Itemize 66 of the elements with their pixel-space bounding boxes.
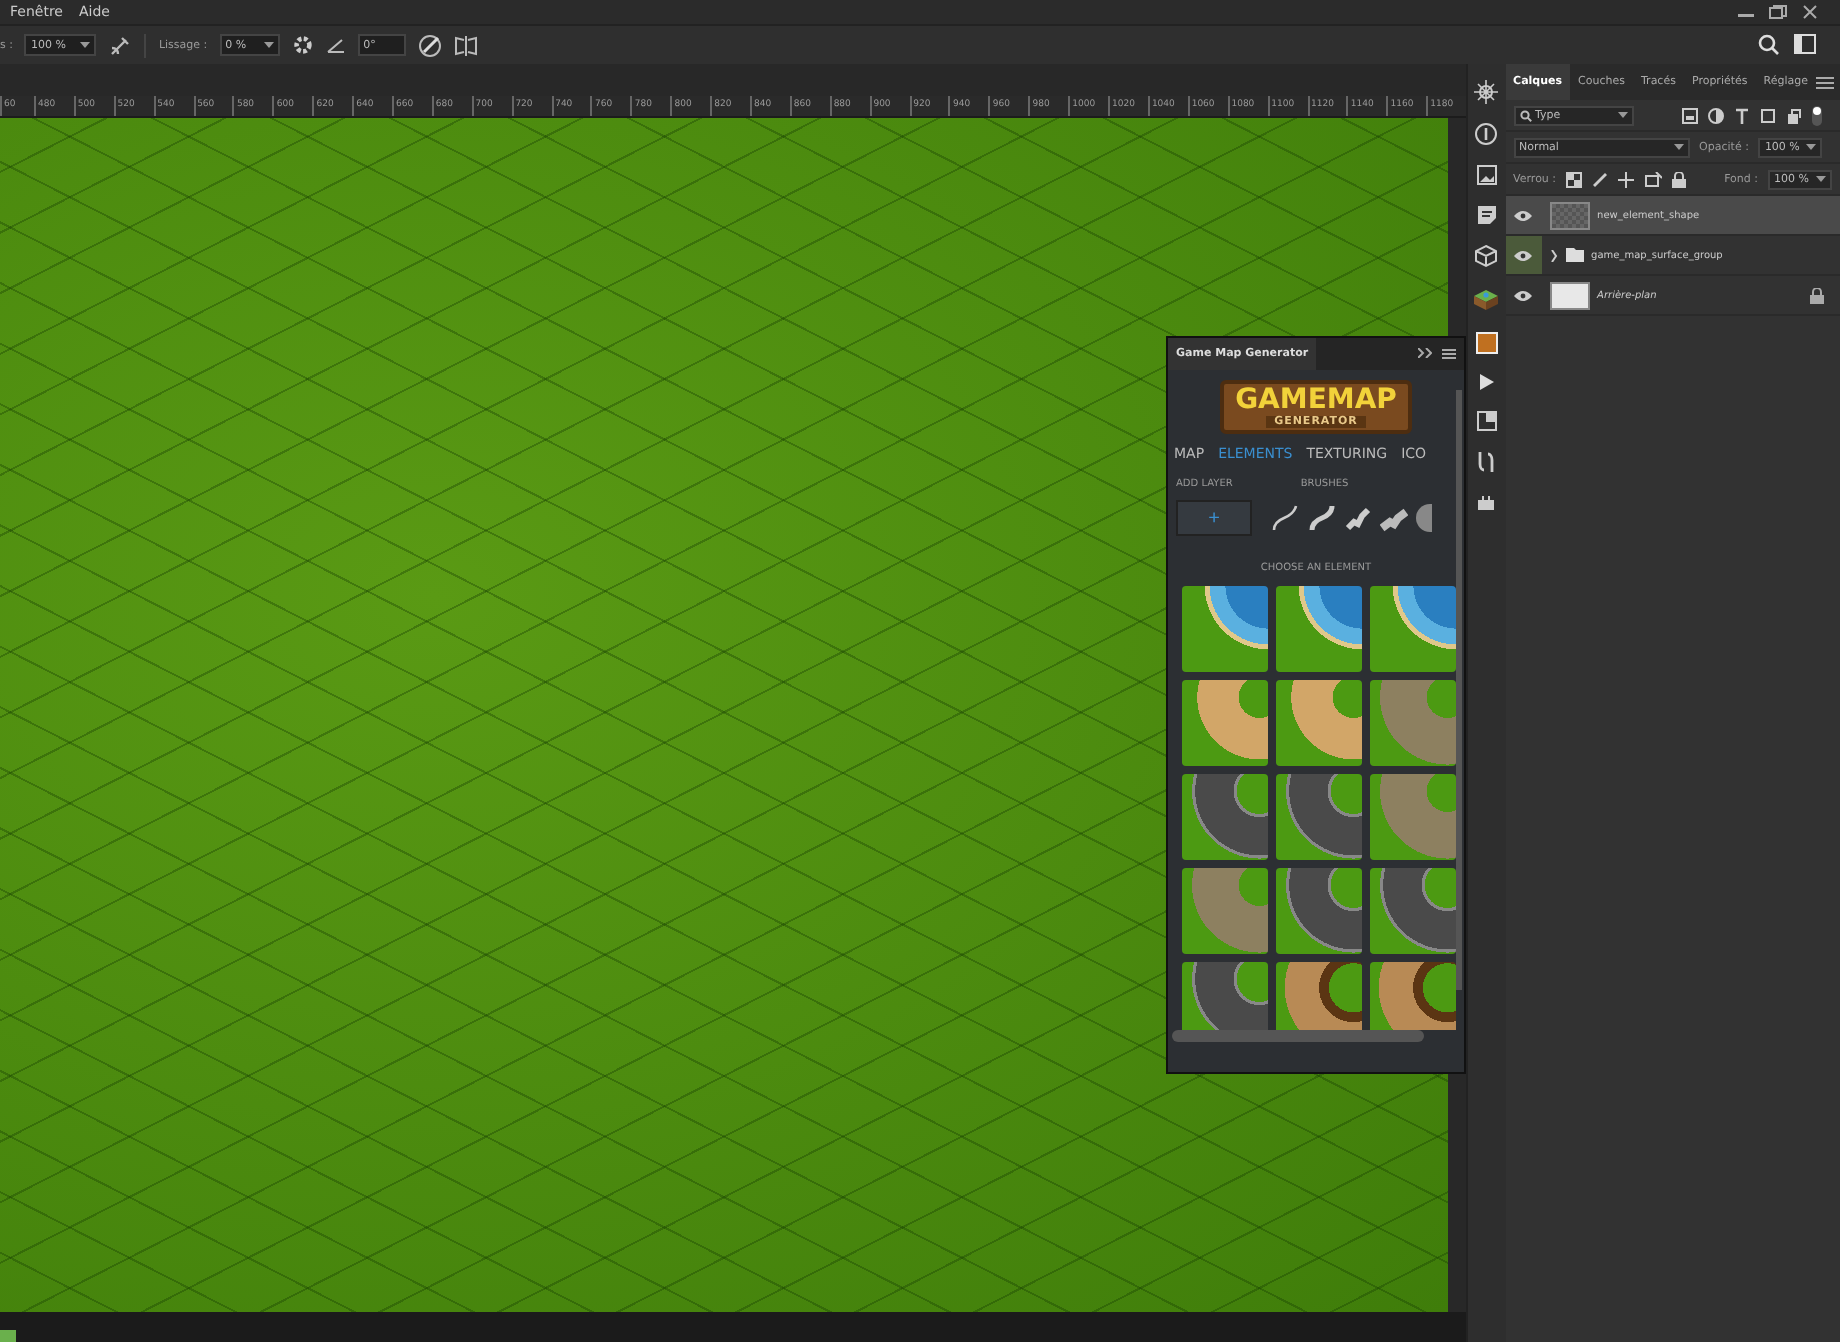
folder-icon xyxy=(1565,248,1584,262)
map-tile[interactable] xyxy=(1182,868,1268,954)
lock-icon xyxy=(1810,287,1824,303)
lock-pixels-icon[interactable] xyxy=(1566,171,1583,187)
map-tile[interactable] xyxy=(1276,774,1362,860)
close-icon[interactable] xyxy=(1800,4,1820,20)
pixel-filter-icon[interactable] xyxy=(1682,107,1698,123)
vertical-scrollbar[interactable] xyxy=(1456,390,1462,990)
color-swatch-icon[interactable] xyxy=(0,1330,16,1342)
chevron-icon[interactable] xyxy=(1549,249,1558,261)
restore-icon[interactable] xyxy=(1768,4,1788,20)
search-icon[interactable] xyxy=(1758,34,1780,56)
info-icon[interactable] xyxy=(1474,122,1499,146)
map-tile[interactable] xyxy=(1370,868,1456,954)
caret-icon xyxy=(1816,176,1826,182)
map-tile[interactable] xyxy=(1276,868,1362,954)
cube-icon[interactable] xyxy=(1474,244,1499,268)
layer-thumbnail xyxy=(1549,281,1590,309)
smart-object-filter-icon[interactable] xyxy=(1786,107,1802,123)
plugin-tab-icon[interactable] xyxy=(1475,332,1498,354)
airbrush-icon[interactable] xyxy=(108,33,133,57)
lock-icon[interactable] xyxy=(1672,171,1687,187)
menu-icon[interactable] xyxy=(1816,75,1834,89)
text-filter-icon[interactable] xyxy=(1734,107,1750,123)
map-tile[interactable] xyxy=(1370,962,1456,1030)
map-tile[interactable] xyxy=(1370,680,1456,766)
map-tile[interactable] xyxy=(1276,680,1362,766)
caret-icon xyxy=(1673,144,1684,150)
eye-icon[interactable] xyxy=(1514,289,1533,301)
puzzle-icon[interactable] xyxy=(1476,492,1497,512)
brush-icon[interactable] xyxy=(1592,171,1609,187)
compass-icon[interactable] xyxy=(1474,80,1499,104)
workspace-icon[interactable] xyxy=(1794,34,1816,54)
map-tile[interactable] xyxy=(1182,680,1268,766)
map-tile[interactable] xyxy=(1182,962,1268,1030)
map-tile[interactable] xyxy=(1370,586,1456,672)
caret-icon xyxy=(80,42,91,48)
layer-thumbnail xyxy=(1549,201,1590,229)
angle-icon xyxy=(325,36,346,54)
map-tile[interactable] xyxy=(1182,586,1268,672)
menu-icon[interactable] xyxy=(1442,348,1456,360)
map-tile[interactable] xyxy=(1182,774,1268,860)
frame-icon[interactable] xyxy=(1475,410,1498,432)
map-plugin-icon[interactable] xyxy=(1472,286,1501,314)
map-tile[interactable] xyxy=(1276,586,1362,672)
eye-icon[interactable] xyxy=(1514,209,1533,221)
map-tile[interactable] xyxy=(1370,774,1456,860)
play-icon[interactable] xyxy=(1476,372,1497,392)
toggle-icon[interactable] xyxy=(1812,105,1822,125)
horizontal-scrollbar[interactable] xyxy=(1172,1030,1424,1042)
caret-icon xyxy=(1806,144,1817,150)
shape-filter-icon[interactable] xyxy=(1760,107,1776,123)
artboard-icon[interactable] xyxy=(1644,171,1663,187)
symmetry-icon[interactable] xyxy=(453,33,478,57)
settings-icon[interactable] xyxy=(291,34,314,56)
adjustment-filter-icon[interactable] xyxy=(1708,107,1724,123)
map-tile[interactable] xyxy=(1276,962,1362,1030)
note-icon[interactable] xyxy=(1475,204,1498,226)
collapse-icon[interactable] xyxy=(1418,348,1432,358)
caret-icon xyxy=(1617,112,1628,118)
eye-icon[interactable] xyxy=(1514,249,1533,261)
caret-icon xyxy=(263,42,274,48)
image-icon[interactable] xyxy=(1475,164,1498,186)
search-icon xyxy=(1519,109,1532,121)
move-icon[interactable] xyxy=(1618,171,1635,187)
pressure-icon[interactable] xyxy=(417,33,442,57)
